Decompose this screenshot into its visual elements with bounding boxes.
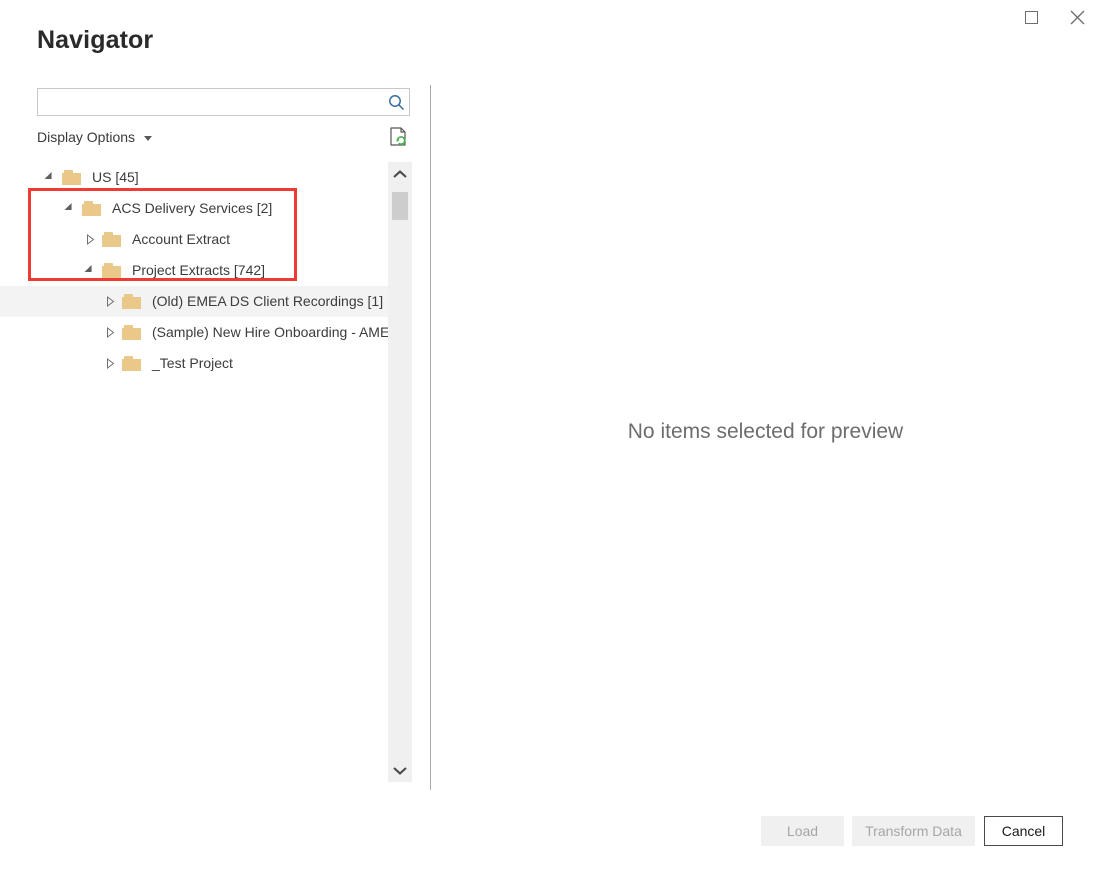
tree-item-label: Project Extracts [742] — [132, 262, 266, 278]
triangle-outline-icon — [106, 296, 114, 307]
triangle-outline-icon — [106, 358, 114, 369]
tree-item[interactable]: US [45] — [0, 162, 388, 193]
close-icon — [1070, 10, 1084, 24]
expand-arrow-expanded-icon[interactable] — [80, 255, 100, 286]
tree-item-label: (Old) EMEA DS Client Recordings [1] — [152, 293, 384, 309]
maximize-button[interactable] — [1008, 0, 1054, 34]
dialog-footer: Load Transform Data Cancel — [0, 792, 1100, 875]
cancel-button[interactable]: Cancel — [984, 816, 1063, 846]
search-input[interactable] — [38, 90, 383, 114]
tree-item[interactable]: ACS Delivery Services [2] — [0, 193, 388, 224]
tree-item-label: (Sample) New Hire Onboarding - AMER — [152, 324, 388, 340]
chevron-down-icon — [393, 766, 407, 775]
preview-pane: No items selected for preview — [431, 80, 1100, 792]
chevron-down-icon — [144, 136, 153, 141]
expand-arrow-collapsed-icon[interactable] — [80, 224, 100, 255]
expand-arrow-collapsed-icon[interactable] — [100, 317, 120, 348]
folder-icon — [122, 325, 141, 340]
folder-icon — [122, 356, 141, 371]
window-controls — [1008, 0, 1100, 34]
tree-item-label: ACS Delivery Services [2] — [112, 200, 273, 216]
refresh-glyph — [390, 127, 406, 146]
tree-scrollbar[interactable] — [388, 162, 412, 782]
search-icon[interactable] — [383, 94, 409, 111]
expand-arrow-collapsed-icon[interactable] — [100, 348, 120, 379]
scroll-down-button[interactable] — [388, 758, 412, 782]
folder-icon — [62, 170, 81, 185]
tree-item-label: US [45] — [92, 169, 139, 185]
tree-item-label: _Test Project — [152, 355, 233, 371]
folder-icon — [122, 294, 141, 309]
triangle-filled-icon — [83, 264, 95, 276]
page-title: Navigator — [37, 26, 154, 54]
options-row: Display Options — [37, 126, 410, 150]
transform-data-button[interactable]: Transform Data — [852, 816, 975, 846]
triangle-filled-icon — [43, 171, 55, 183]
tree-item[interactable]: (Sample) New Hire Onboarding - AMER — [0, 317, 388, 348]
triangle-outline-icon — [106, 327, 114, 338]
scrollbar-thumb[interactable] — [392, 192, 408, 220]
tree-item[interactable]: _Test Project — [0, 348, 388, 379]
display-options-dropdown[interactable]: Display Options — [37, 126, 153, 148]
chevron-up-icon — [393, 169, 407, 178]
magnifier-glyph — [388, 94, 404, 110]
expand-arrow-expanded-icon[interactable] — [40, 162, 60, 193]
tree-item[interactable]: (Old) EMEA DS Client Recordings [1] — [0, 286, 388, 317]
triangle-filled-icon — [63, 202, 75, 214]
expand-arrow-collapsed-icon[interactable] — [100, 286, 120, 317]
folder-icon — [102, 263, 121, 278]
folder-icon — [102, 232, 121, 247]
tree-item[interactable]: Project Extracts [742] — [0, 255, 388, 286]
folder-tree[interactable]: US [45] ACS Delivery Services [2] Account … — [0, 162, 388, 782]
navigator-left-pane: Display Options US [45] ACS Delivery Serv… — [0, 80, 430, 792]
preview-empty-message: No items selected for preview — [627, 420, 904, 443]
scroll-up-button[interactable] — [388, 162, 412, 186]
search-box[interactable] — [37, 88, 410, 116]
expand-arrow-expanded-icon[interactable] — [60, 193, 80, 224]
tree-item[interactable]: Account Extract — [0, 224, 388, 255]
display-options-label: Display Options — [37, 129, 136, 145]
load-button[interactable]: Load — [761, 816, 844, 846]
refresh-document-icon[interactable] — [388, 125, 410, 149]
close-button[interactable] — [1054, 0, 1100, 34]
tree-item-label: Account Extract — [132, 231, 231, 247]
maximize-icon — [1024, 10, 1038, 24]
triangle-outline-icon — [86, 234, 94, 245]
tree-area: US [45] ACS Delivery Services [2] Account … — [0, 162, 412, 782]
folder-icon — [82, 201, 101, 216]
